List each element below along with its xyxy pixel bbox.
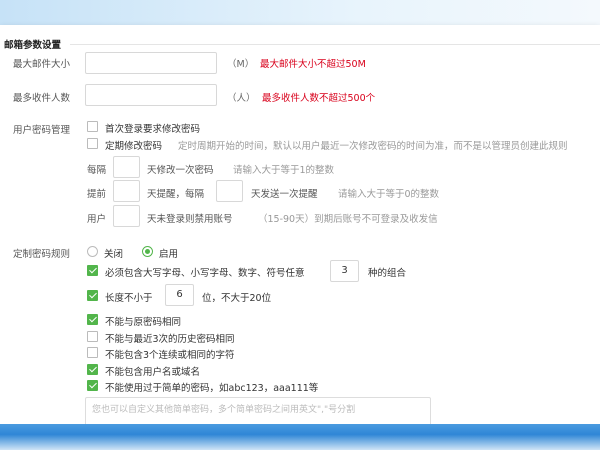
rules-off-label: 关闭	[104, 249, 124, 260]
max-recipients-hint: 最多收件人数不超过500个	[262, 93, 376, 104]
max-recipients-label: 最多收件人数	[13, 93, 71, 104]
remind-suffix: 天发送一次提醒	[251, 189, 318, 200]
rule-label: 不能使用过于简单的密码，如abc123，aaa111等	[105, 383, 319, 394]
max-mail-size-input[interactable]	[85, 52, 217, 74]
section-title: 邮箱参数设置	[4, 40, 62, 51]
max-mail-size-hint: 最大邮件大小不超过50M	[260, 59, 366, 70]
combo-checkbox[interactable]	[87, 265, 98, 276]
rules-on-label: 启用	[159, 249, 179, 260]
rules-on-radio[interactable]	[142, 246, 153, 257]
rule-label: 不能与原密码相同	[105, 317, 182, 328]
max-recipients-unit: （人）	[227, 93, 256, 104]
disable-suffix: 天未登录则禁用账号	[147, 214, 233, 225]
rule-label: 不能包含3个连续或相同的字符	[105, 350, 235, 361]
every-prefix: 每隔	[87, 165, 107, 176]
max-mail-size-unit: （M）	[227, 59, 255, 70]
remind-days-input[interactable]	[113, 180, 140, 202]
length-min-input[interactable]: 6	[165, 284, 194, 306]
rule-label: 不能包含用户名或域名	[105, 367, 201, 378]
every-days-input[interactable]	[113, 156, 140, 178]
first-login-label: 首次登录要求修改密码	[105, 124, 201, 135]
section-divider	[70, 44, 600, 45]
first-login-checkbox[interactable]	[87, 121, 98, 132]
custom-rules-label: 定制密码规则	[13, 249, 71, 260]
length-checkbox[interactable]	[87, 290, 98, 301]
every-suffix: 天修改一次密码	[147, 165, 214, 176]
bottom-bar	[0, 424, 600, 450]
length-prefix: 长度不小于	[105, 293, 153, 304]
max-recipients-input[interactable]	[85, 84, 217, 106]
rule-checkbox[interactable]	[87, 314, 98, 325]
disable-prefix: 用户	[87, 214, 107, 225]
disable-hint: （15-90天）到期后账号不可登录及收发信	[258, 214, 438, 225]
every-hint: 请输入大于等于1的整数	[233, 165, 335, 176]
password-mgmt-label: 用户密码管理	[13, 125, 71, 136]
remind-prefix: 提前	[87, 189, 107, 200]
rule-checkbox[interactable]	[87, 380, 98, 391]
remind-hint: 请输入大于等于0的整数	[338, 189, 440, 200]
combo-count-input[interactable]: 3	[330, 260, 359, 282]
length-suffix: 位，不大于20位	[202, 293, 272, 304]
rules-off-radio[interactable]	[87, 246, 98, 257]
rule-checkbox[interactable]	[87, 364, 98, 375]
settings-panel: 邮箱参数设置 最大邮件大小 （M） 最大邮件大小不超过50M 最多收件人数 （人…	[0, 25, 600, 424]
rule-label: 不能与最近3次的历史密码相同	[105, 334, 235, 345]
rule-checkbox[interactable]	[87, 331, 98, 342]
custom-simple-passwords-textarea[interactable]: 您也可以自定义其他简单密码，多个简单密码之间用英文","号分割	[85, 397, 431, 424]
combo-prefix: 必须包含大写字母、小写字母、数字、符号任意	[105, 268, 305, 279]
periodic-change-label: 定期修改密码	[105, 141, 163, 152]
periodic-change-checkbox[interactable]	[87, 138, 98, 149]
disable-days-input[interactable]	[113, 205, 140, 227]
remind-interval-input[interactable]	[216, 180, 243, 202]
rule-checkbox[interactable]	[87, 347, 98, 358]
max-mail-size-label: 最大邮件大小	[13, 59, 71, 70]
periodic-change-desc: 定时周期开始的时间，默认以用户最近一次修改密码的时间为准，而不是以管理员创建此规…	[178, 141, 568, 152]
remind-middle: 天提醒，每隔	[147, 189, 205, 200]
combo-suffix: 种的组合	[368, 268, 407, 279]
top-bar	[0, 0, 600, 25]
